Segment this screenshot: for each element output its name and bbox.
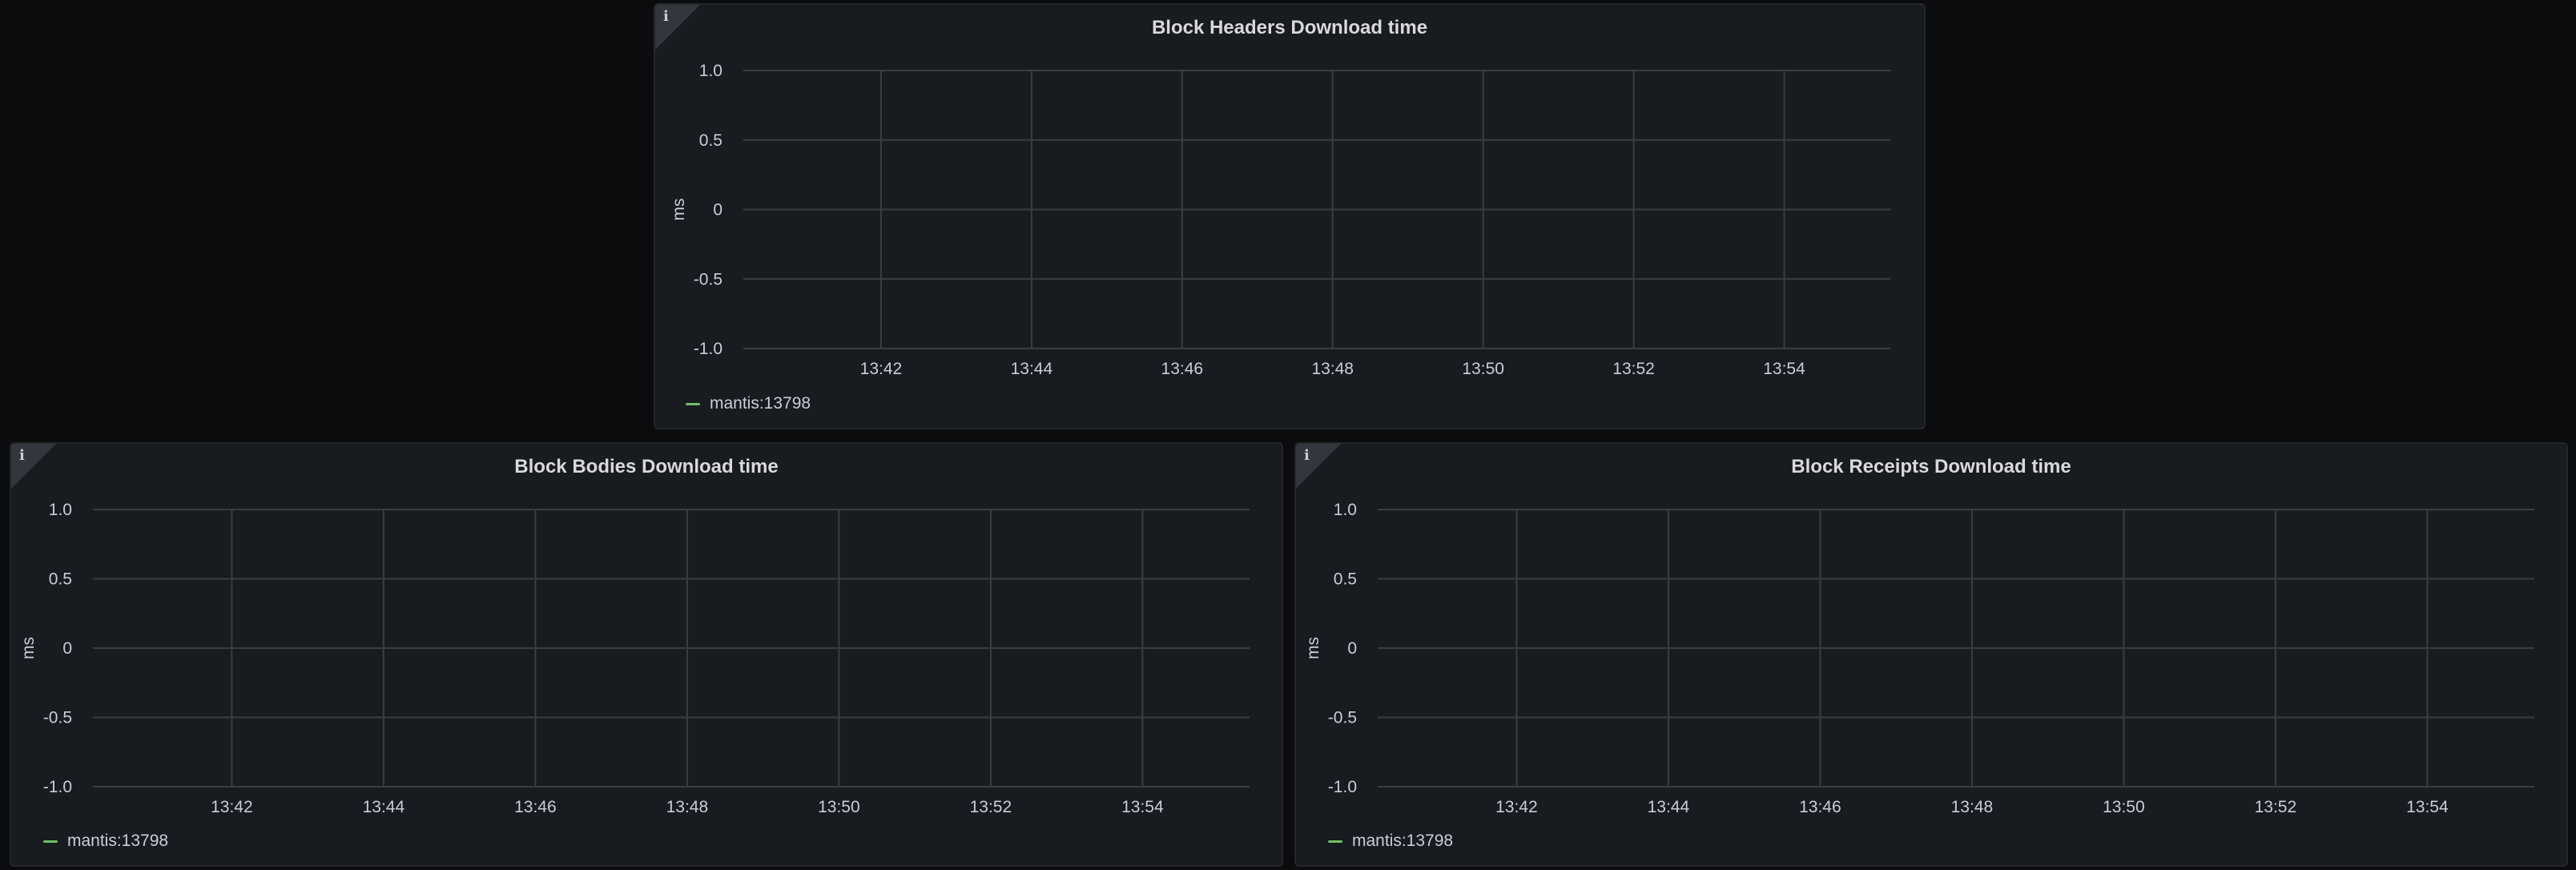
y-tick-label: 1.0: [49, 501, 72, 519]
x-tick-label: 13:48: [1951, 798, 1994, 816]
panel-block-bodies: i Block Bodies Download time 1.0 0.5 0 -0.5…: [10, 442, 1283, 867]
x-tick-label: 13:48: [1311, 360, 1354, 378]
x-tick-label: 13:52: [1612, 360, 1655, 378]
x-tick-label: 13:46: [514, 798, 557, 816]
y-tick-label: 0: [713, 201, 722, 220]
x-tick-label: 13:46: [1161, 360, 1204, 378]
y-tick-label: 0.5: [1334, 570, 1357, 589]
y-tick-label: -1.0: [43, 778, 72, 796]
x-tick-label: 13:42: [211, 798, 253, 816]
chart-block-headers[interactable]: 1.0 0.5 0 -0.5 -1.0 13:42 13:44 13:46 13:48 13:50…: [655, 5, 1927, 431]
x-tick-label: 13:44: [363, 798, 405, 816]
x-tick-label: 13:44: [1648, 798, 1690, 816]
chart-block-bodies[interactable]: 1.0 0.5 0 -0.5 -1.0 13:42 13:44 13:46 13:48 13:50…: [11, 444, 1285, 868]
y-tick-label: 0.5: [49, 570, 72, 589]
legend-swatch: [43, 840, 58, 843]
legend: mantis:13798: [1328, 832, 1453, 851]
legend-label[interactable]: mantis:13798: [67, 832, 168, 851]
y-axis-label: ms: [1304, 637, 1322, 659]
y-tick-label: -1.0: [1328, 778, 1357, 796]
x-tick-label: 13:42: [1495, 798, 1538, 816]
x-tick-label: 13:50: [1462, 360, 1504, 378]
x-tick-label: 13:52: [970, 798, 1012, 816]
y-tick-label: 0: [62, 639, 72, 658]
legend-label[interactable]: mantis:13798: [710, 394, 811, 413]
legend-swatch: [686, 402, 700, 405]
y-tick-label: -0.5: [1328, 709, 1357, 727]
chart-block-receipts[interactable]: 1.0 0.5 0 -0.5 -1.0 13:42 13:44 13:46 13:48 13:50…: [1296, 444, 2570, 868]
x-tick-label: 13:54: [2406, 798, 2449, 816]
x-tick-label: 13:46: [1799, 798, 1841, 816]
y-axis-label: ms: [670, 199, 688, 221]
legend: mantis:13798: [686, 394, 811, 413]
y-tick-label: -0.5: [43, 709, 72, 727]
panel-block-headers: i Block Headers Download time 1.0 0.5 0 -0.…: [654, 3, 1926, 429]
y-tick-label: -1.0: [694, 340, 722, 358]
legend-swatch: [1328, 840, 1342, 843]
y-tick-label: -0.5: [694, 270, 722, 288]
x-tick-label: 13:48: [666, 798, 709, 816]
y-tick-label: 0.5: [699, 131, 722, 150]
y-tick-label: 1.0: [1334, 501, 1357, 519]
y-axis-label: ms: [19, 637, 38, 659]
y-tick-label: 0: [1347, 639, 1357, 658]
x-tick-label: 13:50: [818, 798, 860, 816]
x-tick-label: 13:50: [2103, 798, 2145, 816]
x-tick-label: 13:54: [1763, 360, 1805, 378]
x-tick-label: 13:54: [1121, 798, 1164, 816]
x-tick-label: 13:42: [860, 360, 903, 378]
panel-block-receipts: i Block Receipts Download time 1.0 0.5 0 -0…: [1294, 442, 2568, 867]
y-tick-label: 1.0: [699, 62, 722, 80]
legend-label[interactable]: mantis:13798: [1352, 832, 1453, 851]
x-tick-label: 13:44: [1011, 360, 1053, 378]
x-tick-label: 13:52: [2255, 798, 2297, 816]
legend: mantis:13798: [43, 832, 168, 851]
